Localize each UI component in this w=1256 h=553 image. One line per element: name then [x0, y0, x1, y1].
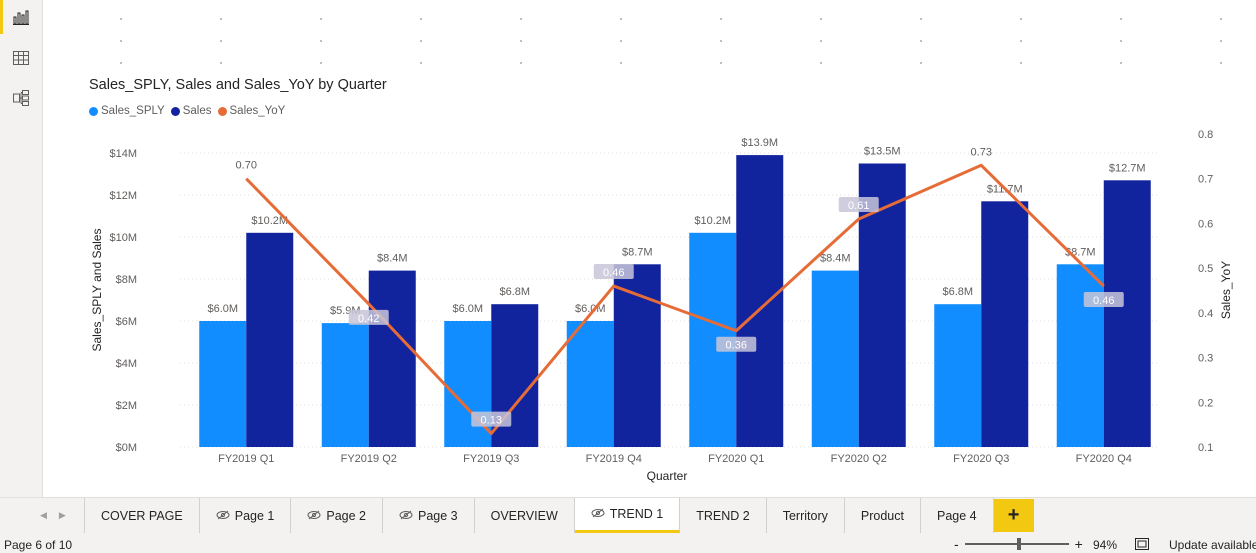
bar-sales-sply [321, 323, 369, 447]
bar-sales-sply [199, 321, 247, 447]
data-label-sales-yoy: 0.13 [481, 415, 502, 427]
tab-label: COVER PAGE [101, 508, 183, 523]
bar-sales [368, 270, 416, 447]
x-tick-label: FY2019 Q2 [341, 453, 397, 465]
bar-sales-sply [811, 270, 859, 447]
y2-tick-label: 0.3 [1198, 353, 1213, 365]
x-tick-label: FY2019 Q3 [463, 453, 519, 465]
y-tick-label: $0M [116, 442, 137, 454]
data-label-sales: $13.5M [864, 146, 901, 158]
tab-territory[interactable]: Territory [766, 498, 845, 533]
page-tab-bar: ◀ ▶ COVER PAGE Page 1 Page 2 Page 3 OVERVIEW… [0, 497, 1256, 534]
y2-axis-title: Sales_YoY [1219, 261, 1233, 319]
hidden-page-icon [399, 509, 413, 523]
tab-trend-1[interactable]: TREND 1 [574, 498, 681, 533]
y-tick-label: $2M [116, 400, 137, 412]
update-available-link[interactable]: Update available [1169, 538, 1256, 552]
y-tick-label: $10M [109, 232, 137, 244]
tab-label: Product [860, 508, 904, 523]
data-label-sales: $8.7M [622, 246, 653, 258]
bar-sales [1103, 180, 1151, 448]
data-label-sales-sply: $10.2M [694, 215, 731, 227]
hidden-page-icon [216, 509, 230, 523]
data-label-sales: $6.8M [499, 286, 530, 298]
data-label-sales-yoy: 0.36 [726, 340, 747, 352]
y-tick-label: $12M [109, 190, 137, 202]
y2-tick-label: 0.4 [1198, 308, 1213, 320]
tab-page-3[interactable]: Page 3 [382, 498, 475, 533]
tab-page-4[interactable]: Page 4 [920, 498, 994, 533]
x-tick-label: FY2019 Q4 [586, 453, 642, 465]
data-label-sales: $13.9M [741, 137, 778, 149]
data-label-sales-sply: $6.8M [942, 286, 973, 298]
tab-label: Page 4 [936, 508, 977, 523]
tab-scroll-left-icon[interactable]: ◀ [40, 510, 47, 521]
y-tick-label: $8M [116, 274, 137, 286]
x-tick-label: FY2020 Q4 [1076, 453, 1132, 465]
y2-tick-label: 0.2 [1198, 397, 1213, 409]
zoom-control: - + [954, 536, 1083, 552]
tab-product[interactable]: Product [844, 498, 921, 533]
data-label-sales-yoy: 0.46 [603, 267, 624, 279]
tab-label: OVERVIEW [490, 508, 558, 523]
zoom-out-button[interactable]: - [954, 536, 959, 552]
bar-sales [246, 232, 294, 447]
y-axis-title: Sales_SPLY and Sales [90, 229, 104, 352]
bar-sales-sply [1056, 264, 1104, 447]
hidden-page-icon [307, 509, 321, 523]
y2-tick-label: 0.7 [1198, 174, 1213, 186]
bar-sales-sply [934, 304, 982, 447]
y2-tick-label: 0.6 [1198, 218, 1213, 230]
zoom-in-button[interactable]: + [1075, 536, 1083, 552]
x-tick-label: FY2020 Q3 [953, 453, 1009, 465]
bar-sales-sply [566, 321, 614, 447]
x-axis-title: Quarter [647, 469, 688, 483]
page-tabs: COVER PAGE Page 1 Page 2 Page 3 OVERVIEW TREN… [84, 498, 1034, 534]
tab-trend-2[interactable]: TREND 2 [680, 498, 767, 533]
data-label-sales-sply: $8.4M [820, 253, 851, 265]
y2-tick-label: 0.1 [1198, 442, 1213, 454]
tab-page-2[interactable]: Page 2 [291, 498, 383, 533]
bar-sales [981, 201, 1029, 447]
tab-label: Page 3 [417, 508, 458, 523]
zoom-slider-thumb[interactable] [1016, 538, 1021, 550]
tab-cover-page[interactable]: COVER PAGE [84, 498, 200, 533]
data-label-sales-yoy: 0.61 [848, 200, 869, 212]
data-label-sales-yoy: 0.46 [1093, 295, 1114, 307]
tab-label: Page 1 [234, 508, 275, 523]
data-label-sales-yoy: 0.42 [358, 313, 379, 325]
tab-label: TREND 2 [696, 508, 750, 523]
y2-tick-label: 0.8 [1198, 129, 1213, 141]
data-label-sales-sply: $6.0M [452, 303, 483, 315]
tab-scroll-right-icon[interactable]: ▶ [59, 510, 66, 521]
y2-tick-label: 0.5 [1198, 263, 1213, 275]
data-label-sales-sply: $6.0M [207, 303, 238, 315]
tab-page-1[interactable]: Page 1 [199, 498, 292, 533]
add-page-button[interactable]: + [993, 499, 1034, 532]
tab-label: Page 2 [326, 508, 366, 523]
y-tick-label: $4M [116, 358, 137, 370]
data-label-sales: $12.7M [1109, 162, 1146, 174]
status-bar: Page 6 of 10 - + 94% Update available [0, 534, 1256, 553]
data-label-sales-yoy: 0.73 [971, 146, 992, 158]
bar-sales [613, 264, 661, 447]
tab-label: TREND 1 [609, 507, 664, 521]
fit-to-page-icon[interactable] [1135, 538, 1149, 550]
y-tick-label: $6M [116, 316, 137, 328]
data-label-sales-yoy: 0.70 [236, 160, 257, 172]
x-tick-label: FY2020 Q2 [831, 453, 887, 465]
x-tick-label: FY2020 Q1 [708, 453, 764, 465]
page-indicator: Page 6 of 10 [4, 538, 73, 552]
zoom-slider[interactable] [964, 538, 1069, 550]
bar-sales [736, 155, 784, 447]
hidden-page-icon [591, 507, 605, 521]
y-tick-label: $14M [109, 148, 137, 160]
tab-scroll-arrows: ◀ ▶ [40, 510, 66, 521]
combo-chart: $0M $2M $4M $6M $8M $10M $12M $14M 0.1 0.2 0.3 0.4 0… [90, 129, 1233, 483]
tab-label: Territory [782, 508, 828, 523]
tab-overview[interactable]: OVERVIEW [474, 498, 575, 533]
data-label-sales: $8.4M [377, 253, 408, 265]
x-tick-label: FY2019 Q1 [218, 453, 274, 465]
zoom-level: 94% [1093, 538, 1118, 552]
